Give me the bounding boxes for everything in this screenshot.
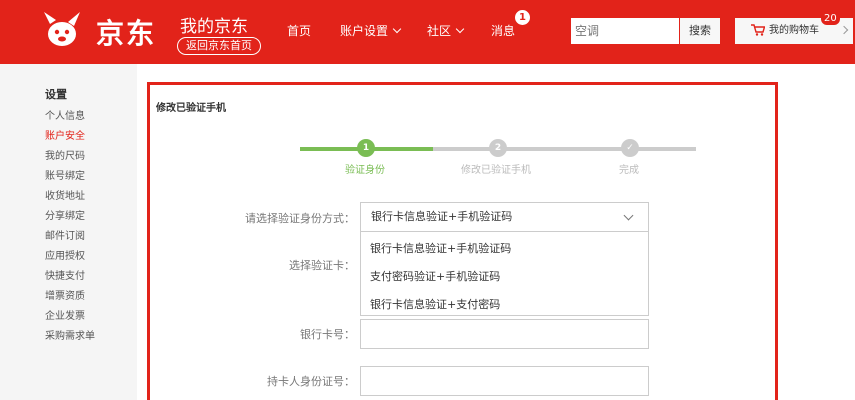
shopping-cart-icon [751,24,765,36]
holder-id-label: 持卡人身份证号： [267,375,355,388]
sidebar-item-quick-payment[interactable]: 快捷支付 [45,267,85,282]
chevron-down-icon [623,210,634,221]
nav-home[interactable]: 首页 [287,22,311,39]
step-2-dot: 2 [489,139,507,157]
step-2-label: 修改已验证手机 [461,165,531,176]
sidebar-item-app-authorization[interactable]: 应用授权 [45,247,85,262]
top-header: 京东 我的京东 返回京东首页 首页 账户设置 社区 消息 1 搜索 我的购物车 … [0,0,855,64]
card-select-label: 选择验证卡： [289,259,355,272]
sidebar-item-personal-info[interactable]: 个人信息 [45,107,85,122]
nav-community[interactable]: 社区 [427,22,465,39]
logo-text[interactable]: 京东 [96,12,156,52]
page-title[interactable]: 我的京东 [180,12,248,37]
sidebar: 设置 个人信息 账户安全 我的尺码 账号绑定 收货地址 分享绑定 邮件订阅 应用… [0,64,137,400]
step-1-label: 验证身份 [345,165,385,176]
step-1-dot: 1 [357,139,375,157]
dropdown-option-password-sms[interactable]: 支付密码验证+手机验证码 [370,268,500,284]
step-3-check-icon: ✓ [621,139,639,157]
sidebar-item-email-subscription[interactable]: 邮件订阅 [45,227,85,242]
sidebar-item-share-binding[interactable]: 分享绑定 [45,207,85,222]
card-number-label: 银行卡号： [300,328,355,341]
step-progress-pending [433,147,696,151]
dropdown-option-card-password[interactable]: 银行卡信息验证+支付密码 [370,296,500,312]
cart-label: 我的购物车 [769,25,819,36]
search-button[interactable]: 搜索 [680,18,720,44]
sidebar-item-my-size[interactable]: 我的尺码 [45,147,85,162]
sidebar-item-enterprise-invoice[interactable]: 企业发票 [45,307,85,322]
main-panel: 修改已验证手机 1 2 ✓ 验证身份 修改已验证手机 完成 请选择验证身份方式：… [147,82,778,400]
method-label: 请选择验证身份方式： [245,212,355,225]
sidebar-item-vat-qualification[interactable]: 增票资质 [45,287,85,302]
card-number-input[interactable] [360,319,649,349]
message-count-badge: 1 [515,10,530,25]
chevron-down-icon [392,24,402,34]
sidebar-item-account-binding[interactable]: 账号绑定 [45,167,85,182]
step-3-label: 完成 [619,165,639,176]
chevron-down-icon [455,24,465,34]
sidebar-item-account-security[interactable]: 账户安全 [45,127,85,142]
sidebar-item-purchase-requests[interactable]: 采购需求单 [45,327,95,342]
holder-id-input[interactable] [360,366,649,396]
nav-messages[interactable]: 消息 [491,22,515,39]
cart-count-badge: 20 [821,12,840,25]
back-home-link[interactable]: 返回京东首页 [177,37,261,55]
dropdown-option-card-sms[interactable]: 银行卡信息验证+手机验证码 [370,240,511,256]
sidebar-item-shipping-address[interactable]: 收货地址 [45,187,85,202]
search-input[interactable] [571,18,679,44]
verification-method-dropdown: 银行卡信息验证+手机验证码 支付密码验证+手机验证码 银行卡信息验证+支付密码 [360,232,649,316]
select-value: 银行卡信息验证+手机验证码 [371,210,513,223]
sidebar-title: 设置 [45,88,67,101]
verification-method-select[interactable]: 银行卡信息验证+手机验证码 [360,202,649,232]
chevron-right-icon [839,25,849,35]
cart-button[interactable]: 我的购物车 20 [735,12,853,44]
panel-title: 修改已验证手机 [156,103,226,114]
nav-account-settings[interactable]: 账户设置 [340,22,402,39]
